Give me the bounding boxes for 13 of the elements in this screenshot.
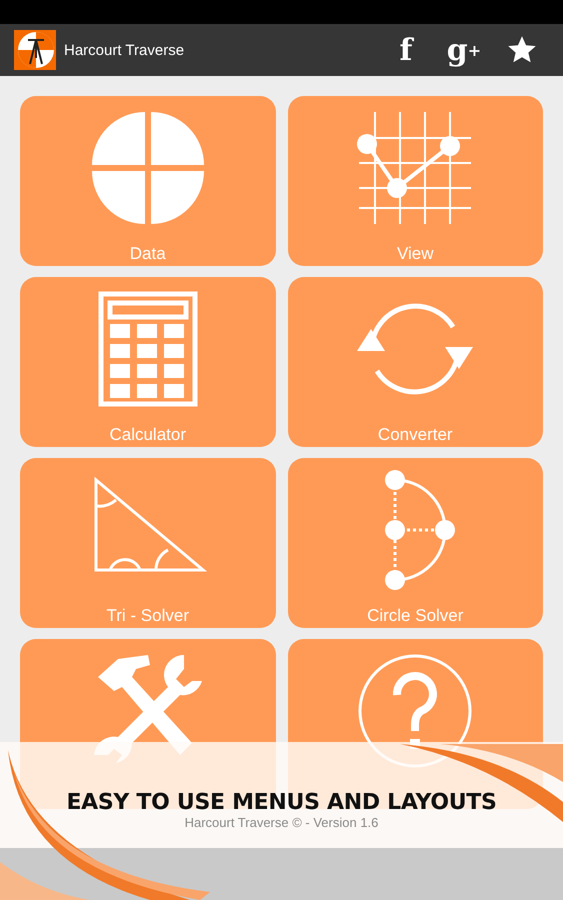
banner-headline: EASY TO USE MENUS AND LAYOUTS: [66, 790, 497, 815]
menu-tile[interactable]: Converter: [288, 277, 543, 447]
menu-tile[interactable]: View: [288, 96, 543, 266]
app-logo: [14, 30, 56, 70]
menu-tile[interactable]: Calculator: [20, 277, 276, 447]
star-icon: [507, 35, 537, 65]
menu-tile[interactable]: Tri - Solver: [20, 458, 276, 628]
app-title: Harcourt Traverse: [64, 42, 186, 58]
version-text: Harcourt Traverse © - Version 1.6: [184, 815, 380, 830]
menu-tile[interactable]: Data: [20, 96, 276, 266]
social-button[interactable]: g$^{+}$: [435, 30, 493, 70]
social-button[interactable]: f: [377, 30, 435, 70]
menu-tile[interactable]: Circle Solver: [288, 458, 543, 628]
